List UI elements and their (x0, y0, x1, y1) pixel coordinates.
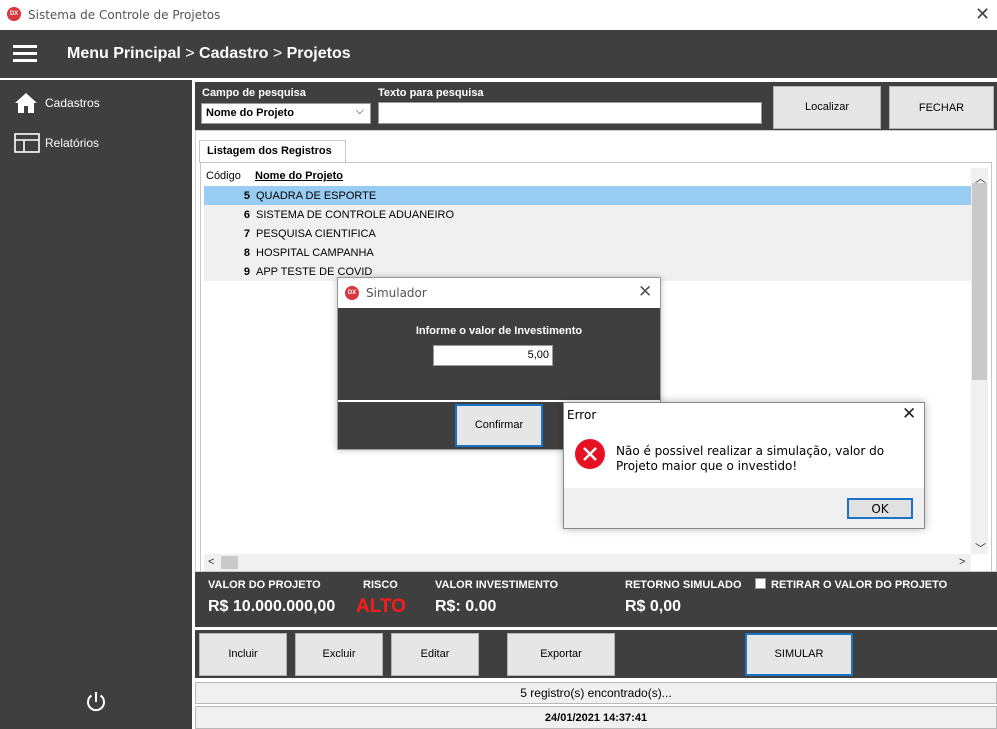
sidebar-item-relatorios[interactable]: Relatórios (0, 124, 190, 162)
window-title: Sistema de Controle de Projetos (28, 8, 221, 22)
texto-pesquisa-label: Texto para pesquisa (378, 87, 484, 99)
sidebar-item-label: Relatórios (45, 136, 100, 150)
retirar-valor-checkbox[interactable] (755, 578, 766, 589)
investimento-prompt: Informe o valor de Investimento (415, 325, 583, 337)
campo-pesquisa-label: Campo de pesquisa (202, 87, 306, 99)
close-icon[interactable]: ✕ (902, 404, 916, 424)
scroll-up-icon[interactable]: ︿ (975, 170, 986, 186)
table-row[interactable]: 5 QUADRA DE ESPORTE (204, 186, 971, 205)
table-row[interactable]: 6 SISTEMA DE CONTROLE ADUANEIRO (204, 205, 971, 224)
scroll-down-icon[interactable]: ﹀ (975, 540, 986, 556)
app-logo-icon: DX (7, 7, 21, 21)
horizontal-scroll-thumb[interactable] (221, 556, 238, 569)
valor-investimento-label: VALOR INVESTIMENTO (435, 579, 559, 591)
sidebar-item-cadastros[interactable]: Cadastros (0, 84, 190, 122)
breadcrumb: Menu Principal > Cadastro > Projetos (67, 45, 351, 63)
confirmar-button[interactable]: Confirmar (455, 404, 543, 447)
scroll-left-icon[interactable]: < (208, 556, 214, 568)
risco-value: ALTO (356, 596, 406, 617)
editar-button[interactable]: Editar (391, 633, 479, 676)
scroll-right-icon[interactable]: > (959, 556, 965, 568)
ok-button[interactable]: OK (847, 498, 913, 519)
breadcrumb-projetos: Projetos (286, 45, 351, 62)
power-icon[interactable] (84, 690, 108, 717)
exportar-button[interactable]: Exportar (507, 633, 615, 676)
retorno-simulado-value: R$ 0,00 (625, 598, 682, 615)
breadcrumb-menu-principal: Menu Principal (67, 45, 181, 62)
row-code: 9 (243, 266, 250, 278)
retorno-simulado-label: RETORNO SIMULADO (625, 579, 742, 591)
valor-investimento-value: R$: 0.00 (435, 598, 497, 615)
campo-pesquisa-select[interactable]: Nome do Projeto ⌵ (201, 103, 371, 124)
localizar-button[interactable]: Localizar (773, 86, 881, 129)
retirar-valor-label[interactable]: RETIRAR O VALOR DO PROJETO (771, 579, 947, 591)
datetime-status: 24/01/2021 14:37:41 (195, 706, 997, 729)
row-name: HOSPITAL CAMPANHA (256, 247, 374, 259)
row-code: 6 (243, 209, 250, 221)
chevron-down-icon: ⌵ (355, 105, 364, 117)
close-icon[interactable]: ✕ (638, 282, 652, 302)
table-row[interactable]: 7 PESQUISA CIENTIFICA (204, 224, 971, 243)
valor-projeto-value: R$ 10.000.000,00 (208, 598, 336, 615)
fechar-button[interactable]: FECHAR (889, 86, 994, 129)
row-name: PESQUISA CIENTIFICA (256, 228, 376, 240)
row-code: 7 (243, 228, 250, 240)
incluir-button[interactable]: Incluir (199, 633, 287, 676)
texto-pesquisa-input[interactable] (378, 102, 762, 124)
records-status: 5 registro(s) encontrado(s)... (195, 682, 997, 704)
window-close-icon[interactable]: ✕ (975, 4, 990, 24)
error-icon (575, 439, 605, 469)
sidebar-item-label: Cadastros (45, 96, 100, 110)
report-icon (14, 133, 40, 153)
breadcrumb-cadastro: Cadastro (199, 45, 269, 62)
column-header-nome[interactable]: Nome do Projeto (255, 170, 343, 182)
risco-label: RISCO (363, 579, 398, 591)
row-code: 8 (243, 247, 250, 259)
error-message: Não é possivel realizar a simulação, val… (616, 444, 885, 473)
tab-listagem[interactable]: Listagem dos Registros (199, 140, 346, 163)
row-name: QUADRA DE ESPORTE (256, 190, 377, 202)
horizontal-scrollbar[interactable] (204, 554, 971, 571)
app-logo-icon: DX (345, 286, 359, 300)
simulador-title: Simulador (366, 286, 427, 300)
vertical-scroll-thumb[interactable] (972, 183, 987, 380)
hamburger-menu-icon[interactable] (13, 45, 37, 63)
sidebar: Cadastros Relatórios (0, 78, 192, 729)
table-row[interactable]: 8 HOSPITAL CAMPANHA (204, 243, 971, 262)
breadcrumb-separator: > (268, 45, 287, 62)
row-name: SISTEMA DE CONTROLE ADUANEIRO (256, 209, 455, 221)
simular-retorno-button[interactable]: SIMULAR RETORNO (745, 633, 853, 699)
column-header-codigo[interactable]: Código (206, 170, 241, 182)
breadcrumb-separator: > (180, 45, 200, 62)
excluir-button[interactable]: Excluir (295, 633, 383, 676)
row-code: 5 (243, 190, 250, 202)
error-title: Error (567, 408, 597, 422)
campo-pesquisa-value: Nome do Projeto (206, 107, 295, 119)
home-icon (15, 93, 37, 113)
investimento-input[interactable]: 5,00 (433, 345, 553, 366)
valor-projeto-label: VALOR DO PROJETO (208, 579, 321, 591)
